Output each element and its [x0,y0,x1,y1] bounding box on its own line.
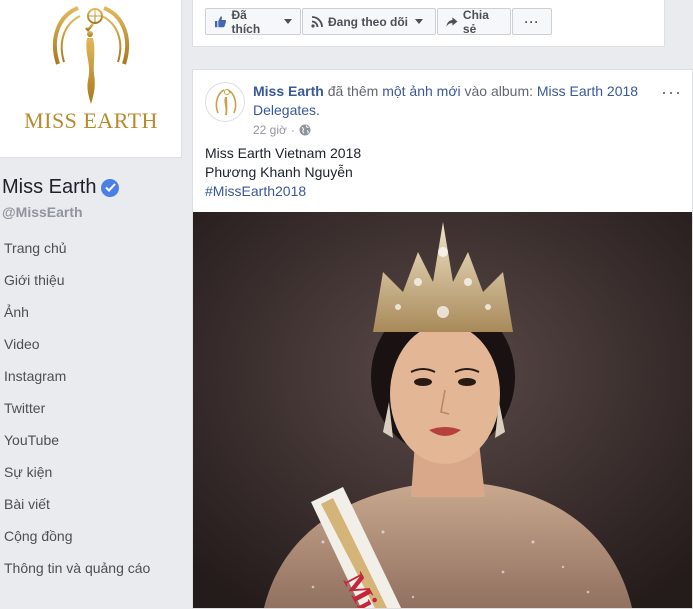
page-name-text[interactable]: Miss Earth [2,176,96,199]
sidebar-item-youtube[interactable]: YouTube [0,424,182,456]
sidebar-item-instagram[interactable]: Instagram [0,360,182,392]
miss-earth-logo-icon [52,6,130,104]
hashtag-link[interactable]: #MissEarth2018 [205,182,361,201]
liked-label: Đã thích [231,7,261,36]
sidebar-item-home[interactable]: Trang chủ [0,232,182,264]
sidebar-item-videos[interactable]: Video [0,328,182,360]
post-text-line: Phương Khanh Nguyễn [205,164,353,180]
new-photo-link[interactable]: một ảnh mới [382,83,460,99]
page-username[interactable]: @MissEarth [2,204,83,220]
page-action-bar: Đã thích Đang theo dõi Chia sẻ ··· [192,0,665,47]
post-headline: Miss Earth đã thêm một ảnh mới vào album… [253,82,653,120]
sidebar-nav: Trang chủ Giới thiệu Ảnh Video Instagram… [0,232,182,584]
sidebar-item-photos[interactable]: Ảnh [0,296,182,328]
chevron-down-icon [284,19,292,24]
share-button[interactable]: Chia sẻ [437,7,511,36]
post-text: Miss Earth Vietnam 2018 Phương Khanh Ngu… [205,144,361,201]
left-column: MISS EARTH Miss Earth @MissEarth Trang c… [0,0,182,609]
following-button[interactable]: Đang theo dõi [302,8,436,35]
post-text-line: Miss Earth Vietnam 2018 [205,145,362,161]
post-action-text: đã thêm [327,83,379,99]
following-label: Đang theo dõi [328,14,408,29]
feed-post: Miss Earth đã thêm một ảnh mới vào album… [192,69,693,609]
sidebar-item-about[interactable]: Giới thiệu [0,264,182,296]
logo-wordmark: MISS EARTH [24,108,158,133]
verified-badge-icon [101,178,120,197]
share-arrow-icon [446,16,458,27]
sidebar-item-events[interactable]: Sự kiện [0,456,182,488]
avatar[interactable] [205,82,245,122]
globe-icon[interactable] [299,124,311,136]
sidebar-item-posts[interactable]: Bài viết [0,488,182,520]
sidebar-item-info-ads[interactable]: Thông tin và quảng cáo [0,552,182,584]
thumbs-up-icon [214,16,227,28]
page-profile-picture[interactable]: MISS EARTH [0,0,182,158]
sidebar-item-community[interactable]: Cộng đồng [0,520,182,552]
miss-earth-avatar-icon [215,89,237,115]
share-label: Chia sẻ [462,7,489,36]
more-options-button[interactable]: ··· [512,8,552,35]
post-photo[interactable]: Miss [193,212,693,609]
page-title[interactable]: Miss Earth [2,176,120,199]
sidebar-item-twitter[interactable]: Twitter [0,392,182,424]
post-options-button[interactable]: ··· [661,82,682,103]
rss-follow-icon [311,15,323,28]
post-timestamp[interactable]: 22 giờ [253,123,287,137]
post-meta: 22 giờ · [253,123,311,137]
album-text: vào album: [464,83,533,99]
liked-button[interactable]: Đã thích [205,7,301,36]
post-author-link[interactable]: Miss Earth [253,83,324,99]
chevron-down-icon [415,19,423,24]
